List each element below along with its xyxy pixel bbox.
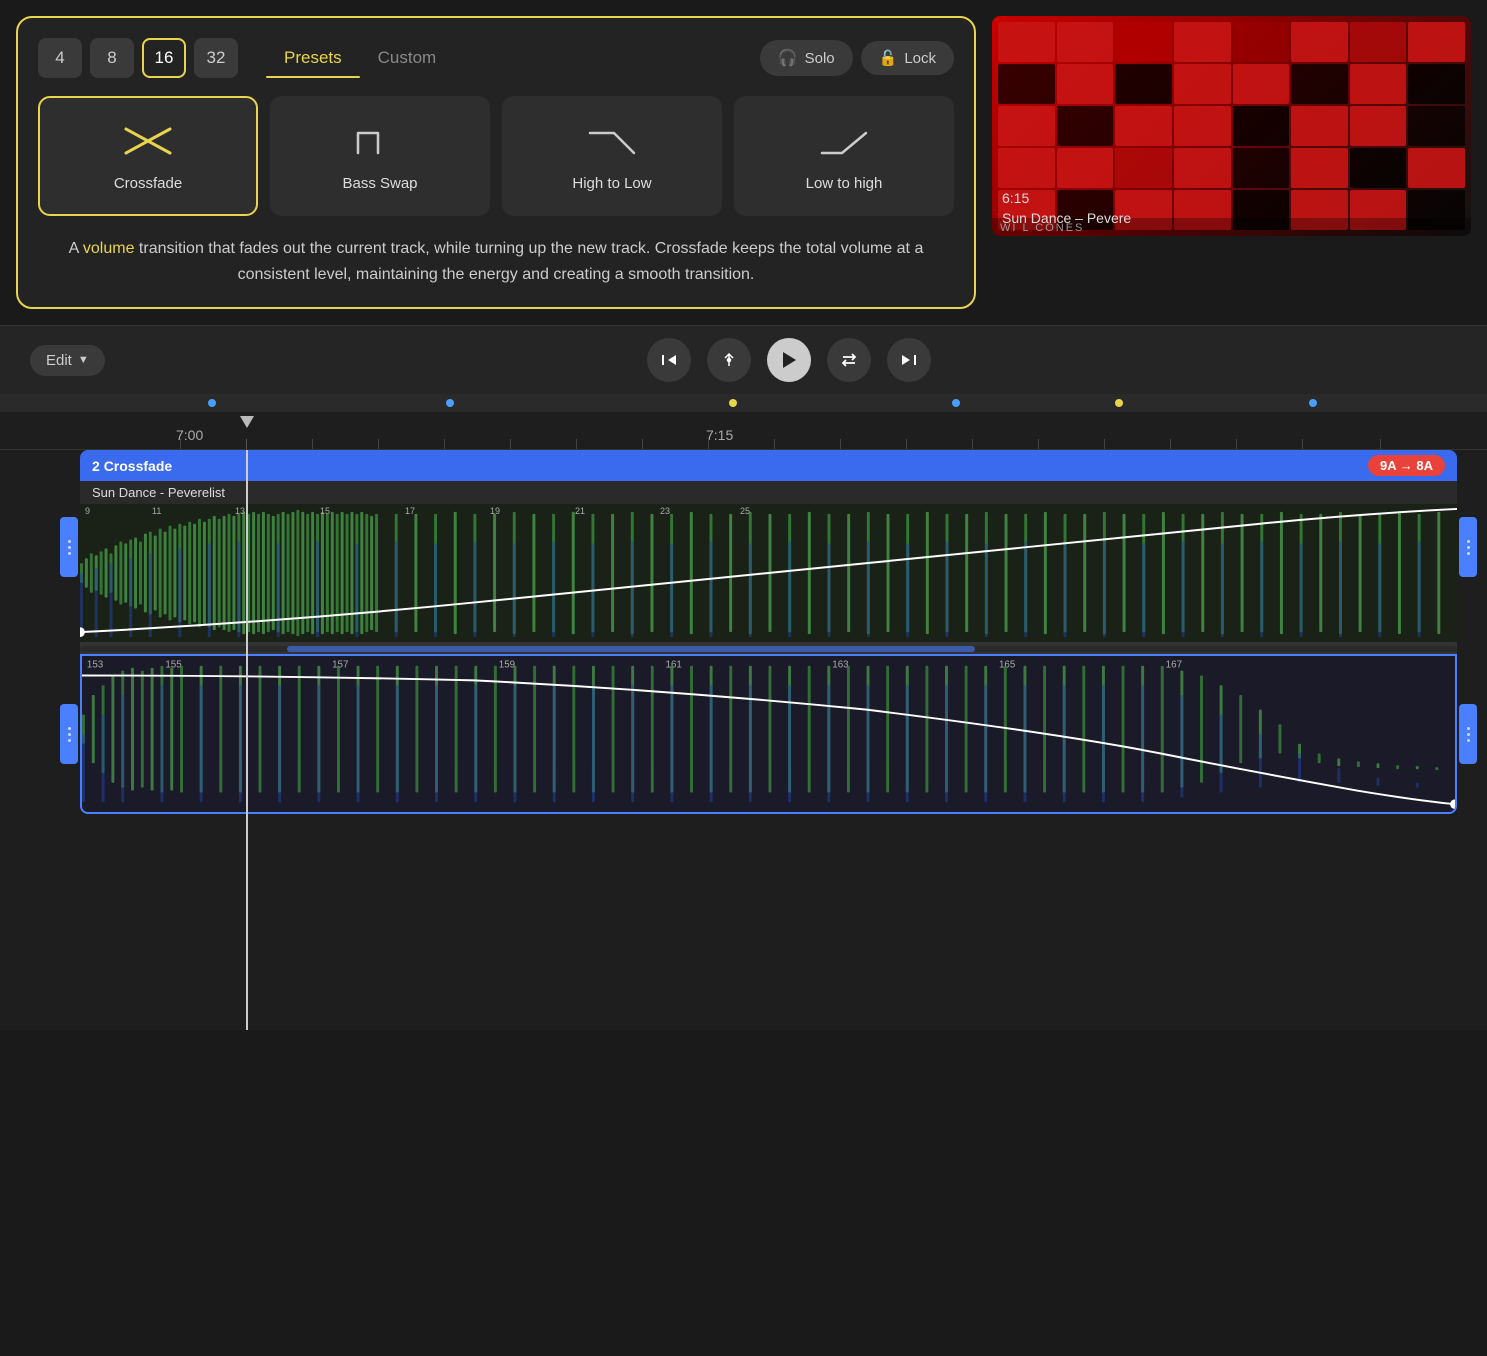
timeline-ruler: 7:00 7:15 bbox=[0, 412, 1487, 450]
handle-dot bbox=[68, 552, 71, 555]
preset-card-high-to-low[interactable]: High to Low bbox=[502, 96, 722, 216]
left-handle-track1[interactable] bbox=[60, 517, 78, 577]
track-header: 2 Crossfade 9A → 8A bbox=[80, 450, 1457, 481]
preset-card-bass-swap[interactable]: Bass Swap bbox=[270, 96, 490, 216]
handle-dot bbox=[68, 546, 71, 549]
svg-text:159: 159 bbox=[499, 660, 515, 671]
svg-text:153: 153 bbox=[87, 660, 103, 671]
timeline-marker bbox=[729, 399, 737, 407]
tab-custom[interactable]: Custom bbox=[360, 40, 455, 76]
beat-32-button[interactable]: 32 bbox=[194, 38, 238, 78]
track-song-name: Sun Dance - Peverelist bbox=[80, 481, 1457, 504]
right-panel: WI L CONES 6:15 Sun Dance – Pevere bbox=[992, 0, 1487, 325]
svg-text:157: 157 bbox=[332, 660, 348, 671]
svg-text:167: 167 bbox=[1166, 660, 1182, 671]
presets-panel: 4 8 16 32 Presets Custom 🎧 Solo 🔓 Lock bbox=[16, 16, 976, 309]
tracks-container: 2 Crossfade 9A → 8A Sun Dance - Pevereli… bbox=[0, 450, 1487, 1030]
album-art-bg: WI L CONES bbox=[992, 16, 1471, 236]
lock-label: Lock bbox=[904, 50, 936, 67]
track-name: Sun Dance – Pevere bbox=[1002, 210, 1131, 226]
description-suffix: transition that fades out the current tr… bbox=[134, 240, 923, 283]
solo-button[interactable]: 🎧 Solo bbox=[760, 40, 853, 76]
handle-dot bbox=[1467, 552, 1470, 555]
edit-button[interactable]: Edit ▼ bbox=[30, 345, 105, 376]
high-to-low-icon bbox=[582, 121, 642, 161]
loop-button[interactable] bbox=[827, 338, 871, 382]
track-block-1: 2 Crossfade 9A → 8A Sun Dance - Pevereli… bbox=[80, 450, 1457, 644]
beat-8-button[interactable]: 8 bbox=[90, 38, 134, 78]
panel-header: 4 8 16 32 Presets Custom 🎧 Solo 🔓 Lock bbox=[38, 38, 954, 78]
chevron-down-icon: ▼ bbox=[78, 354, 89, 366]
low-to-high-icon bbox=[814, 121, 874, 161]
tab-presets[interactable]: Presets bbox=[266, 40, 360, 76]
handle-dot bbox=[68, 540, 71, 543]
crossfade-label: Crossfade bbox=[114, 175, 182, 192]
waveform-svg-top bbox=[80, 504, 1457, 642]
handle-dot bbox=[1467, 540, 1470, 543]
svg-text:161: 161 bbox=[666, 660, 682, 671]
right-handle-track2[interactable] bbox=[1459, 704, 1477, 764]
cue-button[interactable] bbox=[707, 338, 751, 382]
timeline-marker bbox=[446, 399, 454, 407]
lock-icon: 🔓 bbox=[879, 49, 898, 67]
bass-swap-label: Bass Swap bbox=[342, 175, 417, 192]
transport-bar: Edit ▼ bbox=[0, 325, 1487, 394]
timeline-marker bbox=[1115, 399, 1123, 407]
beat-4-button[interactable]: 4 bbox=[38, 38, 82, 78]
play-button[interactable] bbox=[767, 338, 811, 382]
timeline-markers-bar bbox=[0, 394, 1487, 412]
edit-label: Edit bbox=[46, 352, 72, 369]
handle-dot bbox=[68, 733, 71, 736]
beat-16-button[interactable]: 16 bbox=[142, 38, 186, 78]
handle-dot bbox=[68, 739, 71, 742]
left-handle-track2[interactable] bbox=[60, 704, 78, 764]
bass-swap-icon bbox=[350, 121, 410, 161]
presets-grid: Crossfade Bass Swap High to Low bbox=[38, 96, 954, 216]
preset-card-crossfade[interactable]: Crossfade bbox=[38, 96, 258, 216]
description-highlight: volume bbox=[83, 240, 135, 257]
high-to-low-label: High to Low bbox=[572, 175, 651, 192]
tab-group: Presets Custom bbox=[266, 40, 454, 76]
skip-forward-button[interactable] bbox=[887, 338, 931, 382]
waveform-area-top: 9 11 13 15 17 19 21 23 25 bbox=[80, 504, 1457, 644]
track-gap bbox=[80, 644, 1457, 654]
track-title: 2 Crossfade bbox=[92, 458, 172, 474]
handle-dot bbox=[1467, 727, 1470, 730]
track-block-2: 153 155 157 159 161 163 165 167 bbox=[80, 654, 1457, 814]
skip-back-button[interactable] bbox=[647, 338, 691, 382]
solo-label: Solo bbox=[805, 50, 835, 67]
low-to-high-label: Low to high bbox=[806, 175, 883, 192]
handle-dot bbox=[1467, 739, 1470, 742]
timeline-marker bbox=[1309, 399, 1317, 407]
timeline-marker bbox=[952, 399, 960, 407]
description-prefix: A bbox=[69, 240, 83, 257]
right-handle-track1[interactable] bbox=[1459, 517, 1477, 577]
svg-text:163: 163 bbox=[832, 660, 848, 671]
key-badge: 9A → 8A bbox=[1368, 455, 1445, 476]
preset-card-low-to-high[interactable]: Low to high bbox=[734, 96, 954, 216]
preset-description: A volume transition that fades out the c… bbox=[38, 236, 954, 287]
headphones-icon: 🎧 bbox=[778, 48, 798, 68]
waveform-area-bottom: 153 155 157 159 161 163 165 167 bbox=[80, 654, 1457, 814]
svg-text:155: 155 bbox=[165, 660, 182, 671]
lock-button[interactable]: 🔓 Lock bbox=[861, 41, 954, 75]
playhead-triangle bbox=[240, 416, 254, 428]
track-time: 6:15 bbox=[1002, 190, 1029, 206]
svg-text:165: 165 bbox=[999, 660, 1016, 671]
timeline-area: 7:00 7:15 bbox=[0, 394, 1487, 1030]
crossfade-icon bbox=[118, 121, 178, 161]
handle-dot bbox=[1467, 733, 1470, 736]
waveform-svg-bottom: 153 155 157 159 161 163 165 167 bbox=[82, 656, 1455, 812]
handle-dot bbox=[68, 727, 71, 730]
handle-dot bbox=[1467, 546, 1470, 549]
album-art: WI L CONES 6:15 Sun Dance – Pevere bbox=[992, 16, 1471, 236]
timeline-marker bbox=[208, 399, 216, 407]
